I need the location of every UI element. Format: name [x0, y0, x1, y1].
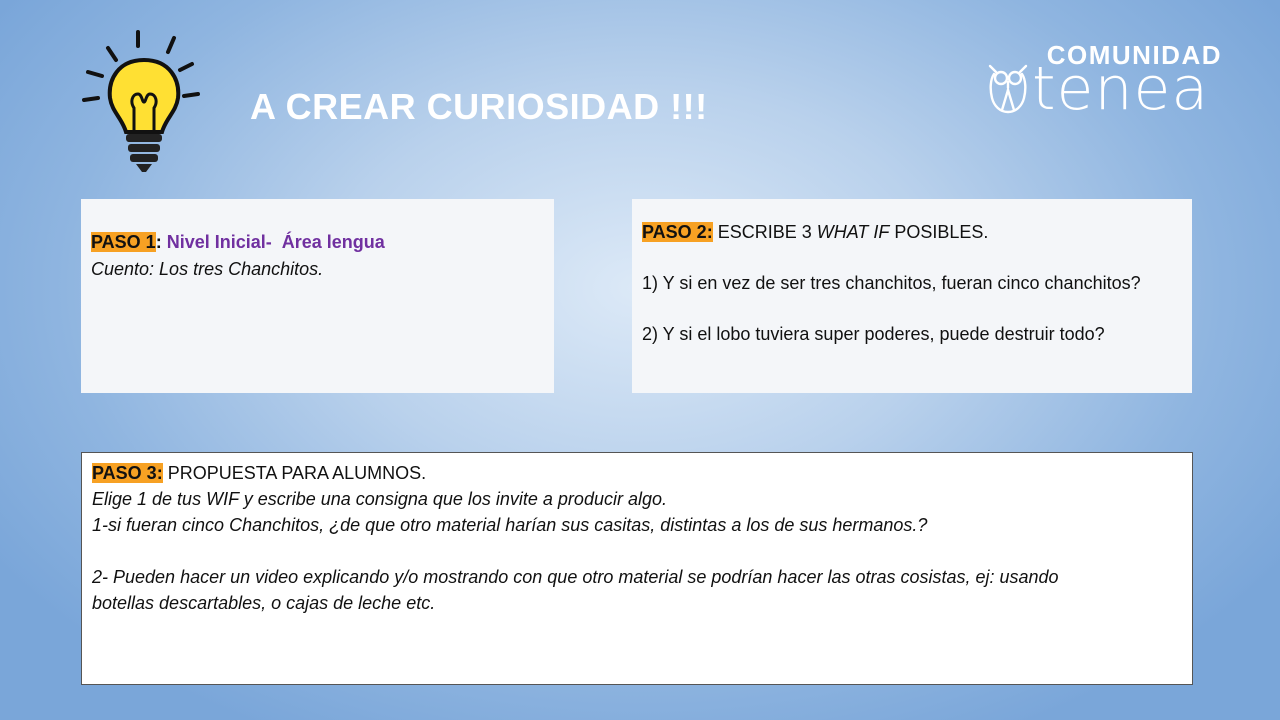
- paso1-box: PASO 1: Nivel Inicial- Área lengua Cuent…: [81, 199, 554, 393]
- paso3-line-4: botellas descartables, o cajas de leche …: [92, 593, 436, 613]
- logo-text-bottom: tenea: [1032, 54, 1210, 124]
- paso1-label: PASO 1: [91, 232, 156, 252]
- slide: A CREAR CURIOSIDAD !!! COMUNIDAD tenea P…: [0, 0, 1280, 720]
- paso1-story: Cuento: Los tres Chanchitos.: [91, 259, 324, 279]
- paso1-area: Área lengua: [281, 232, 385, 252]
- paso3-spacer: [92, 538, 1182, 564]
- paso3-heading: PROPUESTA PARA ALUMNOS.: [162, 463, 427, 483]
- paso2-label: PASO 2:: [642, 222, 713, 242]
- paso2-heading-post: POSIBLES.: [889, 222, 989, 242]
- owl-icon: [988, 64, 1028, 114]
- slide-title: A CREAR CURIOSIDAD !!!: [250, 86, 708, 127]
- logo: COMUNIDAD tenea: [980, 38, 1250, 124]
- paso1-level: Nivel Inicial-: [166, 232, 272, 252]
- paso3-line-3: 2- Pueden hacer un video explicando y/o …: [92, 567, 1059, 587]
- paso1-colon: :: [155, 232, 162, 252]
- paso3-label: PASO 3:: [92, 463, 163, 483]
- paso2-item-2: 2) Y si el lobo tuviera super poderes, p…: [642, 324, 1105, 344]
- paso2-heading-pre: ESCRIBE 3: [712, 222, 817, 242]
- paso3-box: PASO 3: PROPUESTA PARA ALUMNOS. Elige 1 …: [81, 452, 1193, 685]
- paso2-box: PASO 2: ESCRIBE 3 WHAT IF POSIBLES. 1) Y…: [632, 199, 1192, 393]
- paso3-line-1: Elige 1 de tus WIF y escribe una consign…: [92, 489, 667, 509]
- paso2-heading-em: WHAT IF: [816, 222, 890, 242]
- paso2-item-1: 1) Y si en vez de ser tres chanchitos, f…: [642, 273, 1141, 293]
- lightbulb-icon: [82, 30, 200, 172]
- paso3-line-2: 1-si fueran cinco Chanchitos, ¿de que ot…: [92, 515, 928, 535]
